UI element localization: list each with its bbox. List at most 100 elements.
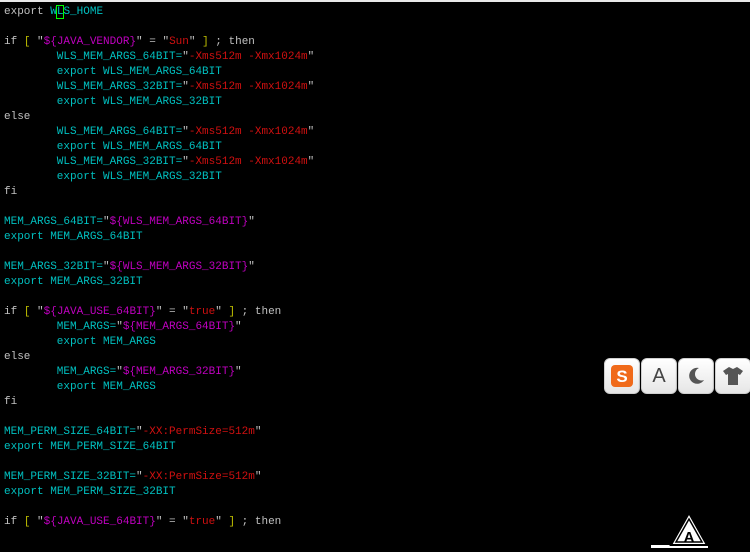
code-token: ${JAVA_VENDOR} bbox=[43, 36, 137, 48]
code-line: WLS_MEM_ARGS_64BIT="-Xms512m -Xmx1024m" bbox=[4, 50, 314, 65]
code-line: export WLS_MEM_ARGS_32BIT bbox=[4, 95, 222, 110]
code-token: " bbox=[30, 36, 44, 48]
code-line: export WLS_MEM_ARGS_64BIT bbox=[4, 140, 222, 155]
code-token: " bbox=[182, 126, 189, 138]
code-token: " bbox=[136, 471, 143, 483]
code-token: " bbox=[235, 321, 242, 333]
code-token: WLS_MEM_ARGS_32BIT= bbox=[4, 81, 183, 93]
code-token: export bbox=[4, 171, 104, 183]
code-token: " bbox=[136, 426, 143, 438]
terminal-text-area[interactable]: export WLS_HOME if [ "${JAVA_VENDOR}" = "… bbox=[4, 5, 746, 545]
code-token: " bbox=[188, 36, 203, 48]
code-token: else bbox=[4, 111, 31, 123]
code-token: ${JAVA_USE_64BIT} bbox=[43, 306, 156, 318]
code-token: " bbox=[307, 126, 315, 138]
code-token: ${MEM_ARGS_64BIT} bbox=[122, 321, 236, 333]
s-logo-icon: S bbox=[611, 365, 633, 387]
code-token: MEM_PERM_SIZE_64BIT bbox=[50, 441, 176, 453]
code-line: MEM_ARGS_64BIT="${WLS_MEM_ARGS_64BIT}" bbox=[4, 215, 255, 230]
code-token: MEM_PERM_SIZE_32BIT= bbox=[4, 471, 137, 483]
code-line: export WLS_MEM_ARGS_32BIT bbox=[4, 170, 222, 185]
ime-floating-toolbar: S A bbox=[604, 358, 750, 396]
svg-text:A: A bbox=[684, 529, 695, 546]
code-token: export bbox=[4, 231, 51, 243]
font-button[interactable]: A bbox=[641, 358, 677, 394]
code-token: true bbox=[188, 306, 216, 318]
code-token: " bbox=[116, 321, 123, 333]
code-line: export WLS_HOME bbox=[4, 5, 103, 20]
code-token: if bbox=[4, 306, 24, 318]
code-token: S_HOME bbox=[63, 6, 104, 18]
code-token: ${WLS_MEM_ARGS_64BIT} bbox=[109, 216, 249, 228]
code-token: MEM_ARGS_32BIT bbox=[50, 276, 143, 288]
code-token: true bbox=[188, 516, 216, 528]
code-token: -Xms512m -Xmx1024m bbox=[188, 126, 308, 138]
code-line: export MEM_ARGS bbox=[4, 380, 156, 395]
code-token: if bbox=[4, 516, 24, 528]
code-token: " bbox=[103, 261, 110, 273]
code-token: " bbox=[116, 366, 123, 378]
code-token: " bbox=[215, 516, 229, 528]
code-line: if [ "${JAVA_USE_64BIT}" = "true" ] ; th… bbox=[4, 305, 281, 320]
a-triangle-logo-icon: A bbox=[668, 510, 710, 548]
code-token: " bbox=[30, 516, 44, 528]
code-token: -Xms512m -Xmx1024m bbox=[188, 81, 308, 93]
code-token: ${JAVA_USE_64BIT} bbox=[43, 516, 156, 528]
code-token: if bbox=[4, 36, 24, 48]
svg-text:S: S bbox=[616, 367, 627, 386]
code-token: fi bbox=[4, 186, 18, 198]
code-token: ${MEM_ARGS_32BIT} bbox=[122, 366, 236, 378]
code-line: export MEM_PERM_SIZE_64BIT bbox=[4, 440, 176, 455]
code-line: fi bbox=[4, 395, 17, 410]
code-token: WLS_MEM_ARGS_32BIT bbox=[103, 171, 222, 183]
code-token: export bbox=[4, 276, 51, 288]
code-token: WLS_MEM_ARGS_32BIT bbox=[103, 96, 222, 108]
code-token: export bbox=[4, 96, 104, 108]
code-line: if [ "${JAVA_USE_64BIT}" = "true" ] ; th… bbox=[4, 515, 281, 530]
code-line: else bbox=[4, 110, 30, 125]
code-line: MEM_ARGS="${MEM_ARGS_64BIT}" bbox=[4, 320, 242, 335]
moon-icon bbox=[689, 367, 704, 384]
code-token: " bbox=[307, 81, 315, 93]
code-token: " bbox=[30, 306, 44, 318]
code-line: MEM_PERM_SIZE_64BIT="-XX:PermSize=512m" bbox=[4, 425, 261, 440]
code-token: -Xms512m -Xmx1024m bbox=[188, 156, 308, 168]
code-token: ; then bbox=[235, 516, 282, 528]
code-token: " bbox=[248, 216, 255, 228]
window-top-border bbox=[0, 0, 750, 2]
code-line: export MEM_ARGS_32BIT bbox=[4, 275, 143, 290]
code-token: MEM_ARGS bbox=[103, 381, 156, 393]
code-token: ; then bbox=[235, 306, 282, 318]
shirt-icon bbox=[723, 367, 743, 385]
sogou-logo-button[interactable]: S bbox=[604, 358, 640, 394]
code-line: fi bbox=[4, 185, 17, 200]
code-token: WLS_MEM_ARGS_64BIT= bbox=[4, 126, 183, 138]
code-token: " bbox=[254, 426, 262, 438]
code-token: " bbox=[254, 471, 262, 483]
code-token: MEM_ARGS bbox=[103, 336, 156, 348]
code-token: export bbox=[4, 441, 51, 453]
code-token: ; then bbox=[208, 36, 255, 48]
code-token: export bbox=[4, 141, 104, 153]
code-token: ] bbox=[202, 36, 209, 48]
code-token: WLS_MEM_ARGS_64BIT= bbox=[4, 51, 183, 63]
code-token: " = " bbox=[155, 306, 189, 318]
code-token: " bbox=[235, 366, 242, 378]
code-token: MEM_ARGS_64BIT= bbox=[4, 216, 104, 228]
code-token: fi bbox=[4, 396, 18, 408]
code-token: ${WLS_MEM_ARGS_32BIT} bbox=[109, 261, 249, 273]
code-line: export MEM_ARGS_64BIT bbox=[4, 230, 143, 245]
code-token: " bbox=[307, 51, 315, 63]
code-line: else bbox=[4, 350, 30, 365]
code-line: MEM_ARGS="${MEM_ARGS_32BIT}" bbox=[4, 365, 242, 380]
skin-button[interactable] bbox=[715, 358, 750, 394]
code-token: export bbox=[4, 6, 51, 18]
night-mode-button[interactable] bbox=[678, 358, 714, 394]
code-token: " bbox=[182, 156, 189, 168]
code-token: " bbox=[215, 306, 229, 318]
code-token: -XX:PermSize=512m bbox=[142, 471, 255, 483]
code-token: WLS_MEM_ARGS_32BIT= bbox=[4, 156, 183, 168]
code-token: MEM_ARGS_64BIT bbox=[50, 231, 143, 243]
code-token: Sun bbox=[169, 36, 189, 48]
code-token: export bbox=[4, 381, 104, 393]
